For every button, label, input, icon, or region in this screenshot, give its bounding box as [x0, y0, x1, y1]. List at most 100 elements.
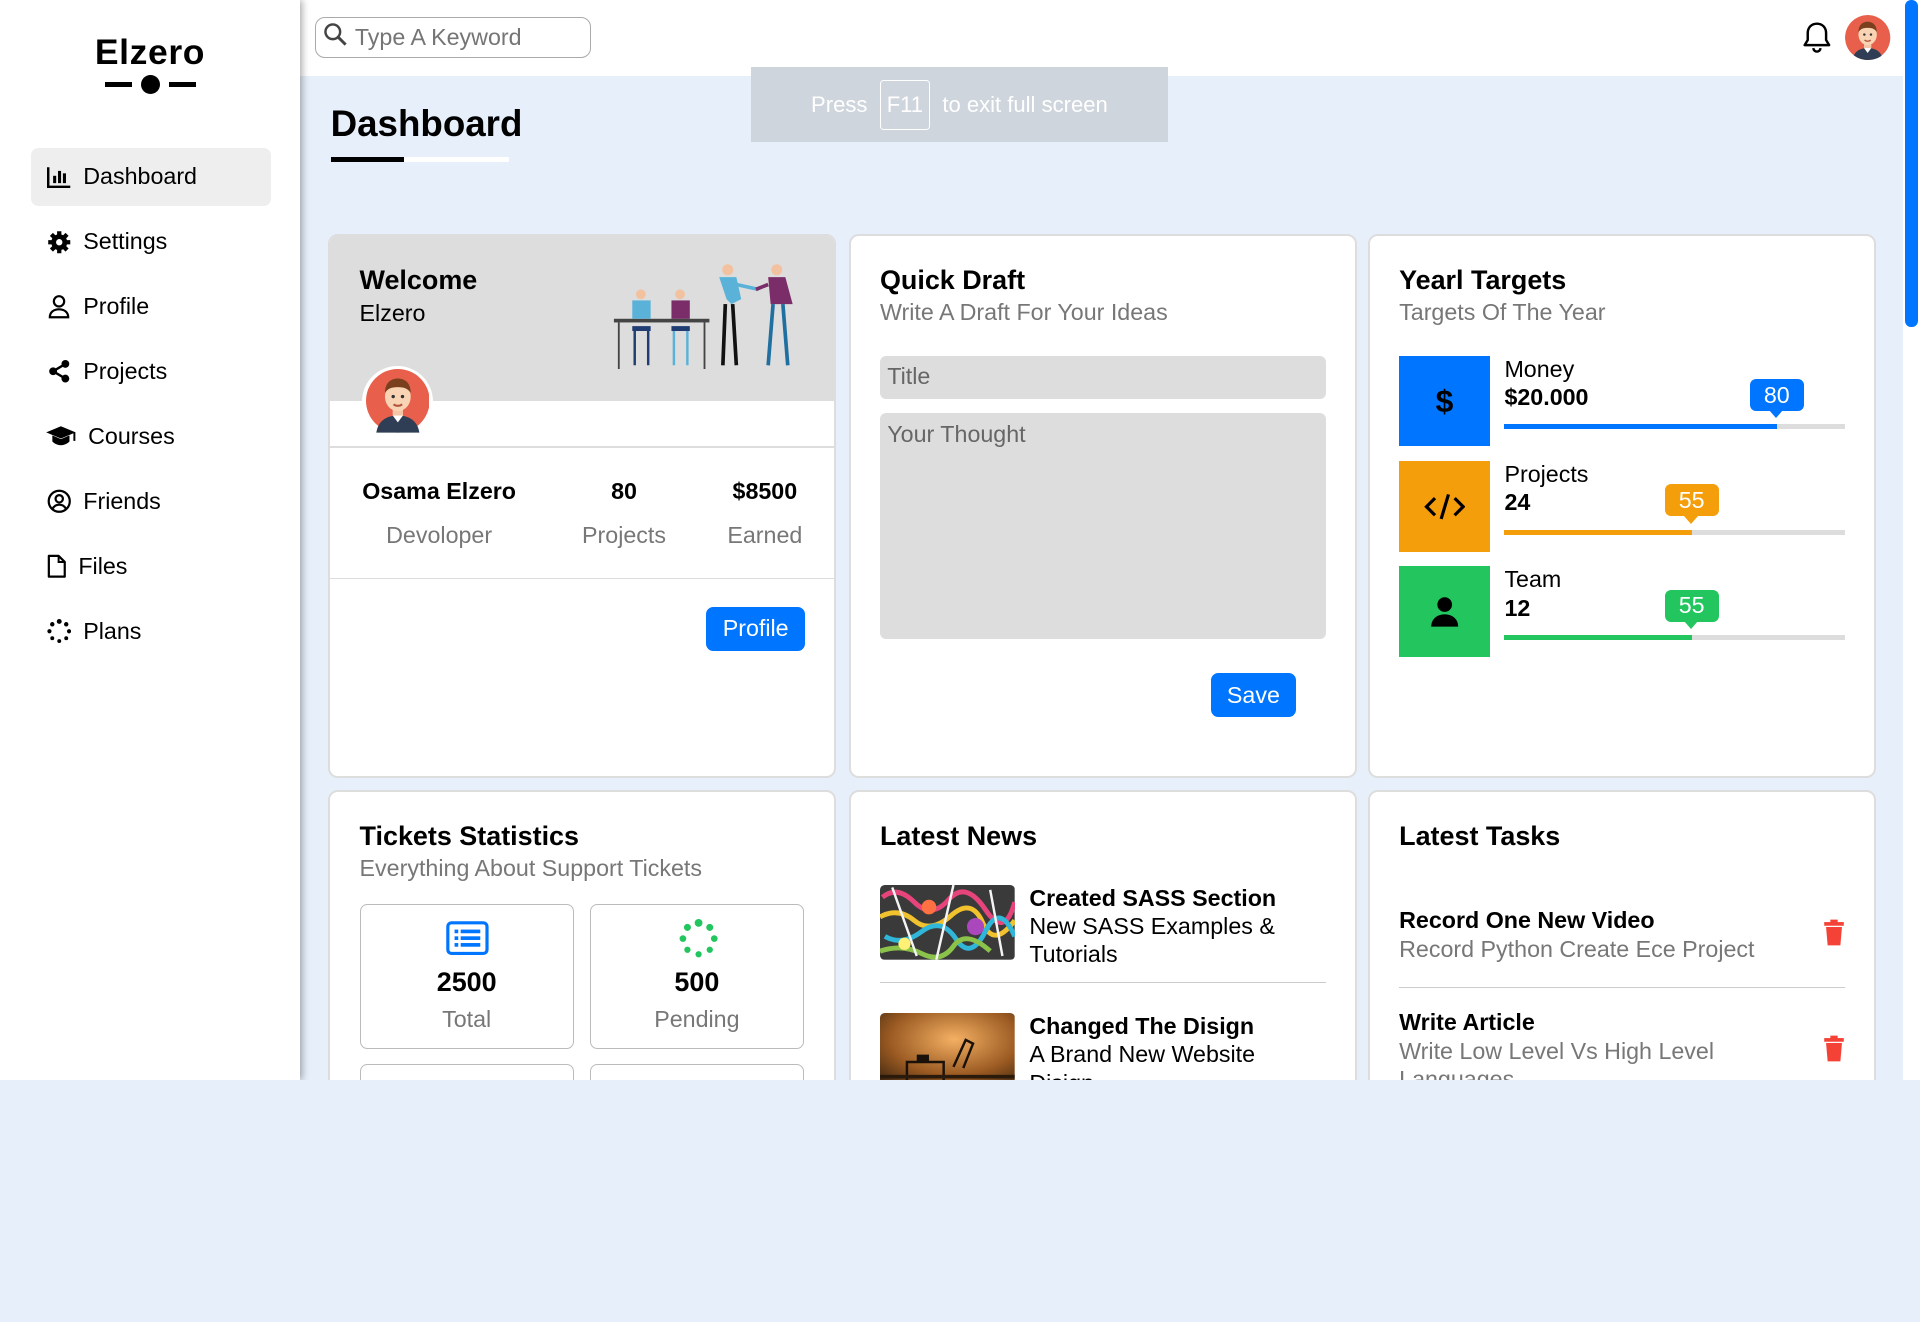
sidebar-item-dashboard[interactable]: Dashboard	[30, 148, 271, 206]
target-badge: 55	[1664, 589, 1719, 629]
ticket-label: Total	[442, 1005, 492, 1032]
news-title: Changed The Disign	[1029, 1013, 1255, 1040]
sidebar-nav: Dashboard Settings Profile Projects Cour…	[30, 148, 271, 667]
card-title: Latest News	[879, 821, 1038, 852]
file-icon	[45, 553, 67, 580]
bell-icon[interactable]	[1801, 20, 1833, 54]
target-value: $20.000	[1504, 384, 1589, 411]
search-box[interactable]	[314, 17, 592, 58]
news-desc: New SASS Examples & Tutorials	[1029, 912, 1275, 967]
task-desc: Record Python Create Ece Project	[1399, 936, 1755, 963]
ticket-stat-box	[589, 1063, 805, 1080]
team-illustration	[614, 264, 793, 370]
search-input[interactable]	[354, 23, 576, 51]
target-progress-track	[1504, 635, 1845, 640]
fullscreen-notice: Press F11 to exit full screen	[750, 67, 1169, 143]
sidebar-item-files[interactable]: Files	[31, 538, 271, 596]
ticket-label: Pending	[654, 1005, 740, 1032]
sidebar-item-profile[interactable]: Profile	[31, 278, 271, 336]
draft-title-field[interactable]: Title	[879, 355, 1326, 399]
sidebar-item-label: Projects	[83, 358, 168, 385]
target-progress-fill	[1504, 529, 1692, 535]
target-progress-track	[1504, 424, 1845, 430]
chart-bar-icon	[45, 163, 72, 190]
quick-draft-card: Quick Draft Write A Draft For Your Ideas…	[848, 233, 1357, 778]
card-title: Quick Draft	[879, 265, 1026, 296]
welcome-title: Welcome	[359, 265, 478, 296]
sidebar-item-label: Plans	[83, 617, 142, 644]
search-icon	[323, 22, 347, 52]
fullscreen-rest-text: to exit full screen	[942, 91, 1108, 117]
ticket-stat-total: 2500 Total	[359, 904, 574, 1049]
logo-underline	[105, 74, 196, 95]
welcome-card: Welcome Elzero Osama Elzero Devoloper 80 P…	[328, 233, 837, 778]
sidebar-item-label: Dashboard	[83, 163, 197, 190]
news-card: Latest News Created SASS Section New SAS…	[848, 789, 1357, 1080]
sidebar-item-settings[interactable]: Settings	[31, 213, 271, 271]
news-item[interactable]: Changed The Disign A Brand New Website D…	[879, 1013, 1326, 1080]
tickets-card: Tickets Statistics Everything About Supp…	[328, 789, 837, 1080]
draft-thought-field[interactable]: Your Thought	[879, 413, 1326, 639]
spinner-icon	[45, 618, 72, 645]
task-title: Write Article	[1399, 1008, 1535, 1035]
user-circle-icon	[45, 488, 72, 515]
list-icon	[446, 921, 489, 956]
graduation-cap-icon	[45, 423, 77, 450]
profile-button[interactable]: Profile	[706, 606, 806, 651]
ticket-value: 2500	[436, 966, 497, 997]
sidebar-item-courses[interactable]: Courses	[31, 408, 271, 466]
ticket-value: 500	[674, 966, 720, 997]
page-title: Dashboard	[330, 102, 523, 144]
spinner-icon	[679, 918, 718, 958]
sidebar: Elzero Dashboard Settings Profile Projec…	[0, 0, 300, 1080]
user-icon	[1399, 566, 1490, 658]
target-progress-fill	[1504, 635, 1692, 640]
trash-icon[interactable]	[1823, 919, 1845, 946]
welcome-user-stat: Osama Elzero Devoloper	[362, 478, 517, 549]
target-row-team: Team 12 55	[1399, 566, 1846, 658]
brand-logo: Elzero	[94, 31, 206, 72]
code-icon	[1399, 461, 1490, 552]
card-subtitle: Write A Draft For Your Ideas	[879, 298, 1168, 325]
target-row-money: $ Money $20.000 80	[1399, 355, 1846, 447]
trash-icon[interactable]	[1823, 1035, 1845, 1062]
divider	[330, 577, 835, 580]
save-button[interactable]: Save	[1210, 673, 1297, 718]
sidebar-item-projects[interactable]: Projects	[31, 343, 271, 401]
sidebar-item-plans[interactable]: Plans	[31, 602, 271, 660]
gear-icon	[45, 228, 72, 255]
card-header: Yearl Targets Targets Of The Year	[1399, 265, 1605, 325]
ticket-stat-box	[359, 1063, 574, 1080]
avatar[interactable]	[1845, 14, 1891, 60]
card-title: Latest Tasks	[1399, 821, 1561, 852]
title-underline-light	[404, 156, 510, 162]
tasks-card: Latest Tasks Record One New Video Record…	[1367, 789, 1876, 1080]
sidebar-item-friends[interactable]: Friends	[31, 473, 271, 531]
target-progress-track	[1504, 529, 1845, 535]
target-name: Team	[1504, 566, 1562, 593]
sidebar-item-label: Friends	[83, 487, 161, 514]
card-title: Yearl Targets	[1399, 265, 1567, 296]
sidebar-item-label: Courses	[88, 422, 175, 449]
card-header: Latest News	[880, 821, 1037, 852]
news-image	[879, 884, 1015, 960]
target-value: 12	[1504, 594, 1531, 621]
target-value: 24	[1504, 489, 1531, 516]
title-underline	[330, 156, 405, 162]
sidebar-item-label: Profile	[83, 293, 150, 320]
fullscreen-key: F11	[879, 79, 931, 130]
sidebar-item-label: Settings	[83, 228, 168, 255]
welcome-name: Elzero	[359, 299, 426, 326]
task-item: Record One New Video Record Python Creat…	[1399, 907, 1845, 988]
card-header: Quick Draft Write A Draft For Your Ideas	[880, 265, 1168, 325]
dollar-icon: $	[1399, 355, 1490, 447]
target-name: Projects	[1504, 461, 1589, 488]
card-subtitle: Everything About Support Tickets	[359, 854, 703, 881]
card-title: Tickets Statistics	[359, 821, 580, 852]
sidebar-item-label: Files	[78, 552, 128, 579]
card-header: Latest Tasks	[1399, 821, 1560, 852]
target-name: Money	[1504, 355, 1575, 382]
news-item[interactable]: Created SASS Section New SASS Examples &…	[879, 884, 1326, 983]
scrollbar-thumb[interactable]	[1905, 0, 1918, 327]
target-badge: 80	[1749, 379, 1804, 419]
